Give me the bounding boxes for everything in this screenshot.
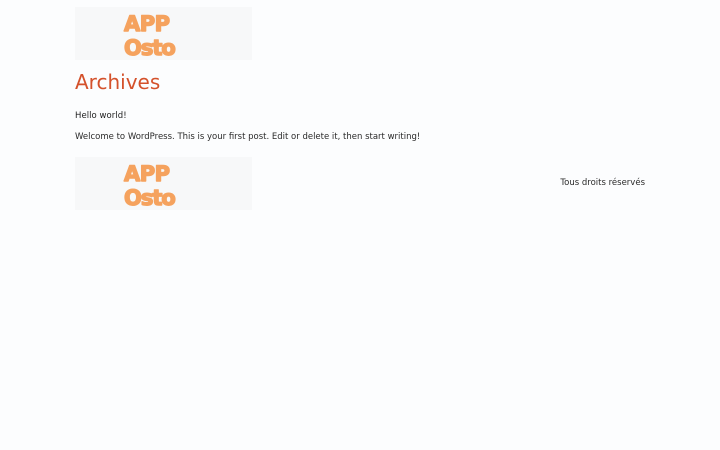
- post-title: Hello world!: [75, 110, 127, 122]
- post-title-link[interactable]: Hello world!: [75, 111, 127, 121]
- logo-text-line1: APP: [124, 12, 170, 36]
- page: APP Osto Archives Hello world! Welcome t…: [0, 0, 720, 450]
- copyright-text: Tous droits réservés: [560, 178, 645, 188]
- footer-logo-text-line1: APP: [124, 162, 170, 186]
- footer-logo: APP Osto: [75, 157, 252, 210]
- post-excerpt: Welcome to WordPress. This is your first…: [75, 132, 421, 142]
- site-logo: APP Osto: [75, 7, 252, 60]
- page-title: Archives: [75, 70, 161, 94]
- footer-logo-text-line2: Osto: [124, 186, 175, 210]
- site-logo-link[interactable]: APP Osto: [75, 7, 252, 60]
- footer-logo-link[interactable]: APP Osto: [75, 157, 252, 210]
- logo-text-line2: Osto: [124, 36, 175, 60]
